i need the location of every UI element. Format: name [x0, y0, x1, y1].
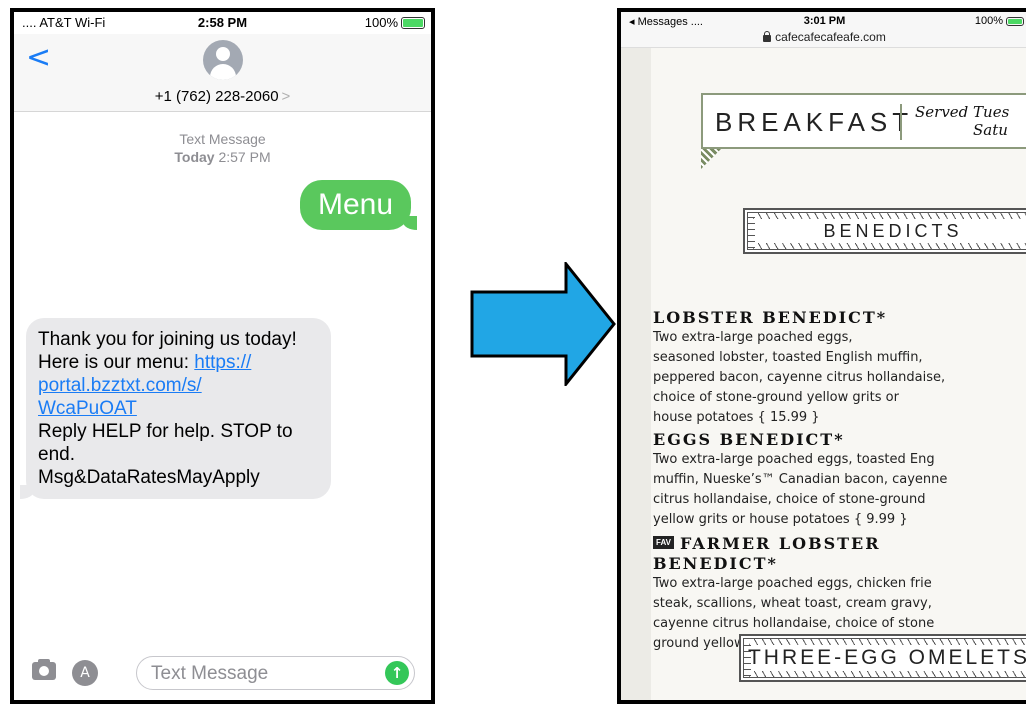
battery-percent: 100% [364, 15, 398, 30]
fav-badge: FAV [653, 536, 674, 549]
clock: 3:01 PM [803, 15, 846, 27]
send-arrow-icon[interactable]: ↑ [385, 661, 409, 685]
back-chevron-icon[interactable]: < [26, 40, 51, 75]
desc-line: choice of stone-ground yellow grits or [653, 390, 899, 405]
desc-line: yellow grits or house potatoes { 9.99 } [653, 512, 908, 527]
url-text: cafecafecafeafe.com [775, 30, 886, 44]
desc-line: steak, scallions, wheat toast, cream gra… [653, 596, 932, 611]
menu-item-title: FAV FARMER LOBSTER [653, 534, 881, 553]
omelets-subheading: THREE-EGG OMELETS [739, 634, 1026, 682]
menu-item-title-continued: BENEDICT* [653, 554, 778, 573]
contact-number[interactable]: +1 (762) 228-2060 > [14, 88, 431, 105]
section-title: BREAKFAST [715, 107, 914, 137]
sms-phone-screenshot: .... AT&T Wi-Fi 2:58 PM 100% < +1 (762) … [10, 8, 435, 704]
received-message-bubble: Thank you for joining us today! Here is … [20, 318, 331, 499]
menu-page: BREAKFAST Served Tues Satu BENEDICTS LOB… [621, 48, 1026, 700]
menu-link-part: portal.bzztxt.com/s/ [38, 375, 202, 396]
sent-message-bubble: Menu [299, 180, 418, 230]
subsection-title: BENEDICTS [823, 221, 963, 241]
served-line: Satu [973, 121, 1008, 139]
message-composer: A Text Message ↑ [14, 648, 431, 700]
conversation-header: < +1 (762) 228-2060 > [14, 34, 431, 112]
lock-icon [763, 31, 772, 42]
desc-line: citrus hollandaise, choice of stone-grou… [653, 492, 926, 507]
desc-line: house potatoes { 15.99 } [653, 410, 820, 425]
menu-item-description: Two extra-large poached eggs, seasoned l… [653, 328, 1026, 428]
page-margin [621, 48, 651, 700]
timestamp-day: Today [174, 149, 215, 165]
menu-web-page-screenshot: ◂ Messages .... 3:01 PM 100% cafecafecaf… [617, 8, 1026, 704]
right-arrow-icon [470, 262, 616, 386]
menu-link-part: https:// [194, 352, 252, 373]
divider [900, 104, 902, 140]
contact-number-text: +1 (762) 228-2060 [154, 88, 279, 105]
menu-item-description: Two extra-large poached eggs, toasted En… [653, 450, 1026, 530]
battery-icon [1006, 16, 1024, 26]
chevron-right-icon: > [281, 88, 291, 105]
desc-line: Two extra-large poached eggs, chicken fr… [653, 576, 932, 591]
battery-indicator: 100% [365, 15, 425, 30]
address-bar[interactable]: cafecafecafeafe.com [621, 30, 1026, 44]
breakfast-heading-box: BREAKFAST Served Tues Satu [701, 93, 1026, 149]
app-store-icon[interactable]: A [72, 660, 98, 686]
desc-line: Two extra-large poached eggs, toasted En… [653, 452, 935, 467]
served-days: Served Tues Satu [915, 103, 1009, 139]
timestamp-time: 2:57 PM [218, 149, 271, 165]
message-line: Here is our menu: [38, 352, 195, 373]
timestamp-label: Text Message [179, 131, 266, 147]
title-line: FARMER LOBSTER [679, 534, 881, 553]
desc-line: muffin, Nueske’s™ Canadian bacon, cayenn… [653, 472, 948, 487]
message-line: Reply HELP for help. STOP to end. [38, 421, 293, 465]
message-line: Thank you for joining us today! [38, 329, 297, 350]
benedicts-subheading: BENEDICTS [743, 208, 1026, 254]
browser-status-bar: ◂ Messages .... 3:01 PM 100% cafecafecaf… [621, 12, 1026, 48]
battery-percent: 100% [974, 15, 1003, 27]
message-timestamp: Text Message Today 2:57 PM [14, 130, 431, 166]
subsection-title: THREE-EGG OMELETS [747, 646, 1026, 669]
menu-item-title: LOBSTER BENEDICT* [653, 308, 888, 327]
message-line: Msg&DataRatesMayApply [38, 467, 260, 488]
desc-line: peppered bacon, cayenne citrus hollandai… [653, 370, 946, 385]
served-line: Served Tues [915, 103, 1010, 121]
ribbon-corner [701, 149, 721, 169]
desc-line: cayenne citrus hollandaise, choice of st… [653, 616, 935, 631]
desc-line: Two extra-large poached eggs, [653, 330, 853, 345]
contact-avatar[interactable] [202, 40, 243, 80]
menu-item-title: EGGS BENEDICT* [653, 430, 845, 449]
desc-line: seasoned lobster, toasted English muffin… [653, 350, 923, 365]
battery-icon [401, 16, 425, 29]
menu-link-part: WcaPuOAT [38, 398, 137, 419]
status-bar: .... AT&T Wi-Fi 2:58 PM 100% [14, 12, 431, 34]
camera-icon[interactable] [32, 659, 56, 680]
text-message-input[interactable]: Text Message [136, 656, 415, 690]
battery-indicator: 100% [975, 15, 1024, 27]
